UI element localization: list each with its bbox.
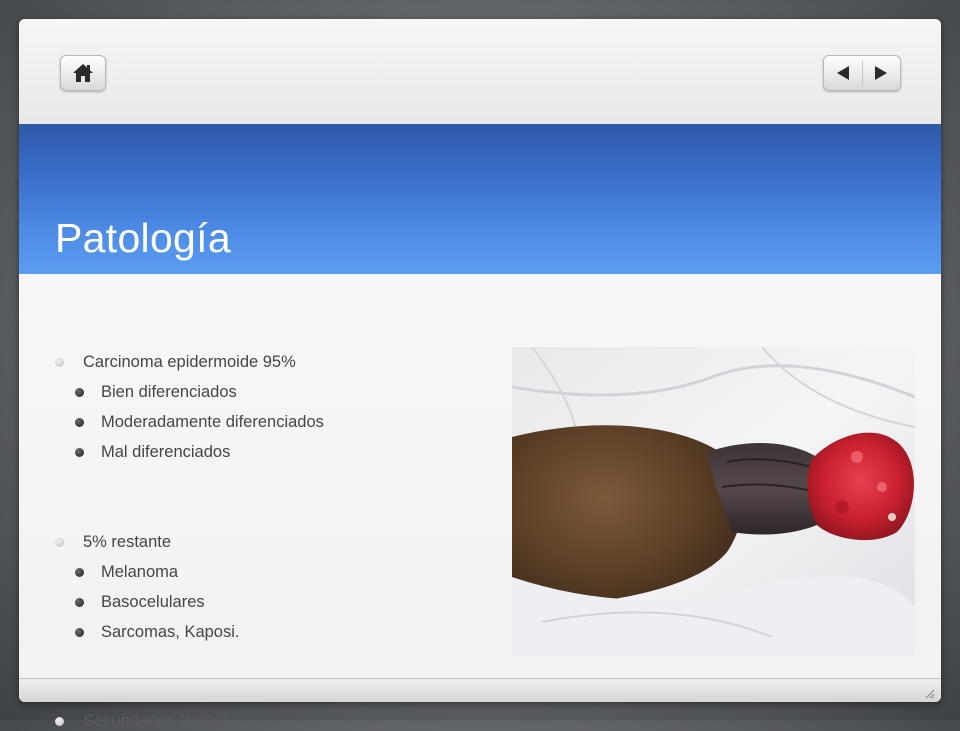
bullet-icon — [75, 568, 84, 577]
next-slide-button[interactable] — [862, 56, 900, 90]
bullet-list: Carcinoma epidermoide 95% — [19, 352, 499, 372]
bullet-icon — [75, 448, 84, 457]
sub-bullet-item: Bien diferenciados — [19, 382, 499, 402]
triangle-left-icon — [836, 66, 849, 80]
sub-bullet-list: Bien diferenciados Moderadamente diferen… — [19, 382, 499, 462]
bullet-list: 5% restante — [19, 532, 499, 552]
sub-bullet-list: Melanoma Basocelulares Sarcomas, Kaposi. — [19, 562, 499, 642]
slide: Patología Carcinoma epidermoide 95% Bien… — [19, 19, 941, 702]
previous-slide-button[interactable] — [824, 56, 862, 90]
bullet-icon — [55, 717, 64, 726]
home-icon — [73, 64, 93, 82]
resize-grip-icon[interactable] — [923, 687, 935, 699]
triangle-right-icon — [875, 66, 888, 80]
sub-bullet-text: Basocelulares — [101, 593, 205, 611]
bullet-icon — [75, 628, 84, 637]
home-button[interactable] — [60, 55, 106, 91]
bullet-icon — [55, 358, 64, 367]
slide-title: Patología — [55, 215, 231, 261]
bullet-icon — [75, 418, 84, 427]
sub-bullet-item: Mal diferenciados — [19, 442, 499, 462]
sub-bullet-item: Sarcomas, Kaposi. — [19, 622, 499, 642]
toolbar — [19, 19, 941, 124]
sub-bullet-item: Basocelulares — [19, 592, 499, 612]
clinical-photo — [512, 347, 915, 655]
bullet-icon — [55, 538, 64, 547]
bullet-item: Secundarios (raros) — [19, 711, 499, 731]
sub-bullet-text: Sarcomas, Kaposi. — [101, 623, 240, 641]
clinical-photo-graphic — [512, 347, 915, 655]
bullet-text: Carcinoma epidermoide 95% — [83, 353, 296, 371]
sub-bullet-item: Moderadamente diferenciados — [19, 412, 499, 432]
bullet-text: Secundarios (raros) — [83, 712, 228, 730]
sub-bullet-text: Mal diferenciados — [101, 443, 231, 461]
overflow-bullet-list: Secundarios (raros) — [19, 711, 499, 731]
sub-bullet-text: Bien diferenciados — [101, 383, 237, 401]
bullet-icon — [75, 598, 84, 607]
sub-bullet-text: Melanoma — [101, 563, 179, 581]
bullet-item: Carcinoma epidermoide 95% — [19, 352, 499, 372]
bullet-icon — [75, 388, 84, 397]
slide-navigation — [823, 55, 901, 91]
footer-bar — [19, 678, 941, 702]
bullet-item: 5% restante — [19, 532, 499, 552]
bullet-text: 5% restante — [83, 533, 172, 551]
sub-bullet-text: Moderadamente diferenciados — [101, 413, 324, 431]
sub-bullet-item: Melanoma — [19, 562, 499, 582]
